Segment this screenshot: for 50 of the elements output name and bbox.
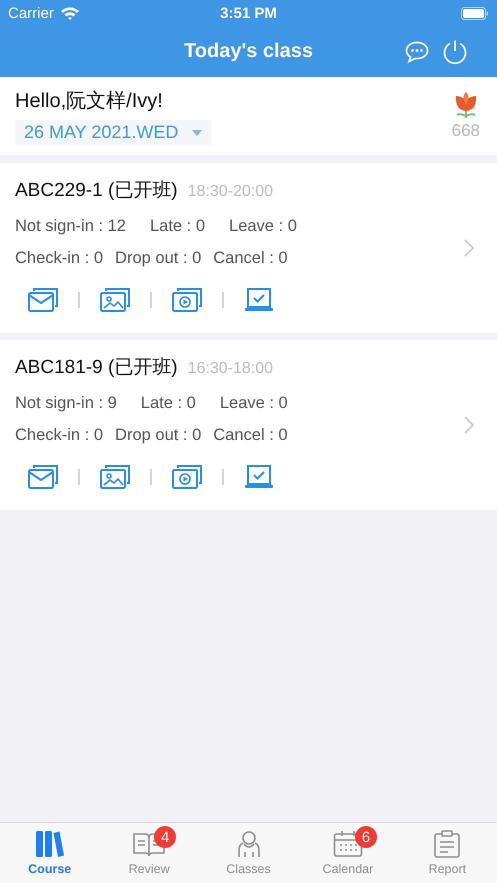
points-count: 668 [452,121,480,141]
stat-text: Not sign-in : 9 [15,394,117,413]
stat-text: Late : 0 [140,394,196,413]
video-icon[interactable] [172,288,202,312]
laptop-check-icon[interactable] [244,465,274,489]
tab-item[interactable]: 4 Review [99,823,199,883]
image-icon[interactable] [100,288,130,312]
stat-text: Not sign-in : 12 [15,217,126,236]
caret-icon [192,130,202,136]
tab-item[interactable]: Report [398,823,497,883]
stat-text: Late : 0 [150,217,206,236]
class-name: ABC229-1 (已开班) [15,179,178,203]
calendar-icon [332,830,363,858]
stat-text: Leave : 0 [220,394,288,413]
video-icon[interactable] [172,465,202,489]
chat-icon[interactable] [405,40,429,62]
nav-title: Today's class [184,40,313,63]
wifi-icon [60,6,80,20]
stat-text: Leave : 0 [229,217,297,236]
mail-icon[interactable] [28,288,58,312]
class-card[interactable]: ABC181-9 (已开班) 16:30-18:00 Not sign-in : 9 Late : 0 Leave : 0 Check-in : 0 Drop out : 0 Cancel : 0 [0,340,497,510]
laptop-check-icon[interactable] [244,288,274,312]
count-badge: 6 [354,826,377,848]
class-time: 16:30-18:00 [188,360,274,378]
tab-item[interactable]: 6 Calendar [298,823,398,883]
stat-text: Check-in : 0 [15,249,104,268]
battery-icon [461,6,489,20]
power-icon[interactable] [442,38,468,64]
chevron-icon [464,239,474,257]
class-time: 18:30-20:00 [188,183,274,201]
tab-item[interactable]: Classes [198,823,298,883]
stat-text: Drop out : 0 [115,249,202,268]
count-badge: 4 [154,826,176,848]
books-icon [34,830,65,858]
stat-text: Check-in : 0 [15,426,104,445]
greeting-text: Hello,阮文样/Ivy! [15,89,163,114]
mail-icon[interactable] [28,465,58,489]
class-card[interactable]: ABC229-1 (已开班) 18:30-20:00 Not sign-in : 12 Late : 0 Leave : 0 Check-in : 0 Drop out : 0 Cancel : 0 [0,163,497,333]
status-time: 3:51 PM [220,4,277,22]
stat-text: Cancel : 0 [213,426,288,445]
stat-text: Cancel : 0 [213,249,288,268]
class-name: ABC181-9 (已开班) [15,356,178,380]
tab-item[interactable]: Course [0,823,100,883]
date-picker[interactable]: 26 MAY 2021.WED [15,120,212,145]
chevron-icon [464,416,474,434]
flower-icon [454,91,478,119]
stat-text: Drop out : 0 [115,426,202,445]
clipboard-icon [433,830,462,858]
carrier-name: Carrier [8,4,54,22]
image-icon[interactable] [100,465,130,489]
